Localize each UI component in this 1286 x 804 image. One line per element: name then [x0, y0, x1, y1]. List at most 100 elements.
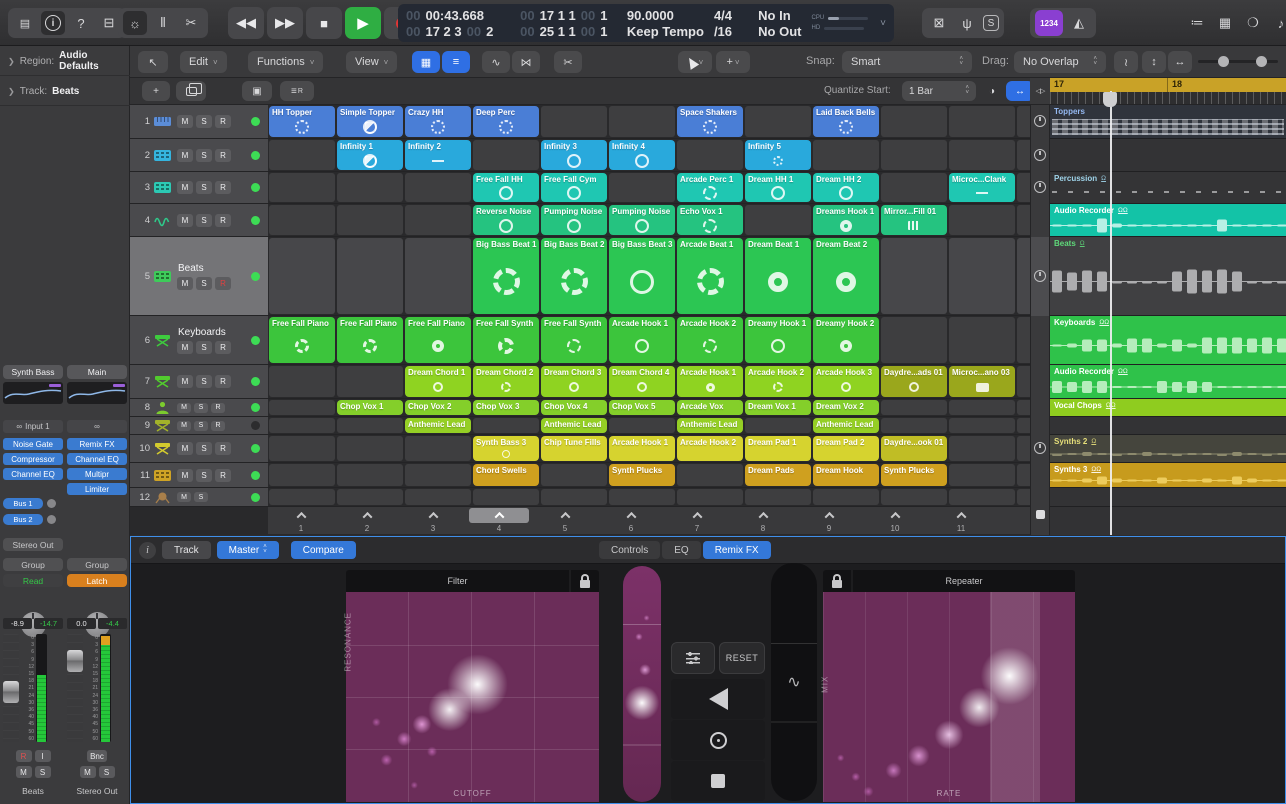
automation-mode-button[interactable]: Latch — [67, 574, 127, 587]
record-enable-button[interactable]: R — [215, 214, 231, 227]
mute-button[interactable]: M — [177, 492, 191, 502]
record-enable-button[interactable]: R — [211, 403, 225, 413]
empty-cell[interactable] — [269, 173, 335, 202]
mute-button[interactable]: M — [177, 375, 193, 388]
loop-cell[interactable]: Synth Plucks — [881, 464, 947, 486]
add-scene-button[interactable]: + — [142, 81, 170, 101]
loop-cell[interactable]: Dream Hook — [813, 464, 879, 486]
solo-button[interactable]: S — [196, 375, 212, 388]
empty-cell[interactable] — [949, 464, 1015, 486]
drag-select[interactable]: No Overlap˄˅ — [1014, 51, 1106, 73]
mute-button[interactable]: M — [177, 442, 193, 455]
loop-cell[interactable]: Chop Vox 4 — [541, 400, 607, 415]
arrange-lane[interactable]: Toppers — [1050, 105, 1286, 139]
input-setting[interactable]: ∞ — [67, 420, 127, 433]
empty-cell[interactable] — [1017, 238, 1030, 314]
info-icon[interactable]: i — [139, 542, 156, 559]
empty-cell[interactable] — [949, 436, 1015, 461]
rewind-button[interactable]: ◀◀ — [228, 7, 264, 39]
secondary-tool-menu[interactable]: +˅ — [716, 51, 750, 73]
loop-cell[interactable]: Crazy HH — [405, 106, 471, 137]
empty-cell[interactable] — [269, 489, 335, 505]
filter-lock-button[interactable] — [569, 570, 599, 592]
grid-view-button[interactable]: ▦ — [412, 51, 440, 73]
arrange-lane[interactable] — [1050, 139, 1286, 172]
lcd-section[interactable]: 90.0000Keep Tempo — [627, 8, 704, 39]
record-enable-button[interactable]: R — [215, 375, 231, 388]
empty-cell[interactable] — [609, 489, 675, 505]
loop-cell[interactable]: Pumping Noise — [541, 205, 607, 235]
loop-cell[interactable]: Anthemic Lead — [677, 418, 743, 433]
empty-cell[interactable] — [405, 489, 471, 505]
loop-cell[interactable]: Free Fall Piano — [405, 317, 471, 363]
tab-controls[interactable]: Controls — [599, 541, 660, 559]
empty-cell[interactable] — [269, 366, 335, 397]
functions-menu[interactable]: Functions˅ — [248, 51, 323, 73]
track-header[interactable]: 8MSR — [130, 399, 268, 416]
empty-cell[interactable] — [881, 317, 947, 363]
solo-button[interactable]: S — [35, 766, 51, 778]
track-header[interactable]: 5BeatsMSR — [130, 237, 268, 315]
note-pads-icon[interactable]: ▦ — [1213, 11, 1237, 35]
empty-cell[interactable] — [677, 464, 743, 486]
loop-cell[interactable]: Microc...Clank — [949, 173, 1015, 202]
loop-cell[interactable]: Infinity 2 — [405, 140, 471, 170]
empty-cell[interactable] — [745, 106, 811, 137]
loop-cell[interactable]: Microc...ano 03 — [949, 366, 1015, 397]
back-arrow-button[interactable]: ↖ — [138, 51, 168, 73]
eq-thumbnail[interactable] — [3, 382, 63, 404]
empty-cell[interactable] — [881, 238, 947, 314]
plugin-slot[interactable]: Multipr — [67, 468, 127, 480]
loop-cell[interactable]: Dream Chord 3 — [541, 366, 607, 397]
mute-button[interactable]: M — [177, 469, 193, 482]
empty-cell[interactable] — [269, 418, 335, 433]
plugin-slot[interactable]: Noise Gate — [3, 438, 63, 450]
arrange-lane[interactable]: BeatsΩ — [1050, 237, 1286, 316]
record-enable-button[interactable]: R — [215, 341, 231, 354]
bounce-button[interactable]: Bnc — [87, 750, 107, 762]
empty-cell[interactable] — [269, 205, 335, 235]
loop-cell[interactable]: HH Topper — [269, 106, 335, 137]
loop-browser-icon[interactable]: ❍ — [1241, 11, 1265, 35]
count-in-button[interactable]: 1234 — [1035, 10, 1063, 36]
lcd-section[interactable]: 0000:43.6680017 2 3002 — [406, 8, 510, 39]
solo-button[interactable]: S — [196, 181, 212, 194]
loop-cell[interactable]: Free Fall Piano — [337, 317, 403, 363]
loop-cell[interactable]: Anthemic Lead — [405, 418, 471, 433]
loop-cell[interactable]: Reverse Noise — [473, 205, 539, 235]
loop-cell[interactable]: Chop Vox 5 — [609, 400, 675, 415]
empty-cell[interactable] — [949, 400, 1015, 415]
stop-all-cells-button[interactable] — [1036, 510, 1045, 519]
empty-cell[interactable] — [473, 489, 539, 505]
reverse-button[interactable] — [671, 679, 765, 719]
arrange-lane[interactable] — [1050, 417, 1286, 435]
loop-cell[interactable]: Infinity 1 — [337, 140, 403, 170]
loop-cell[interactable]: Dream Pads — [745, 464, 811, 486]
empty-cell[interactable] — [881, 140, 947, 170]
plugin-slot[interactable]: Compressor — [3, 453, 63, 465]
replace-icon[interactable]: ⊠ — [927, 11, 951, 35]
playhead[interactable] — [1110, 91, 1112, 535]
loop-cell[interactable]: Chop Vox 2 — [405, 400, 471, 415]
empty-cell[interactable] — [1017, 173, 1030, 202]
loop-cell[interactable]: Big Bass Beat 1 — [473, 238, 539, 314]
vertical-zoom-button[interactable]: ↕ — [1142, 51, 1166, 73]
group-slot[interactable]: Group — [3, 558, 63, 571]
loop-cell[interactable]: Dream Beat 2 — [813, 238, 879, 314]
loop-cell[interactable]: Dream Pad 2 — [813, 436, 879, 461]
loop-cell[interactable]: Anthemic Lead — [813, 418, 879, 433]
empty-cell[interactable] — [1017, 205, 1030, 235]
solo-button[interactable]: S — [196, 149, 212, 162]
track-header[interactable]: 7MSR — [130, 365, 268, 398]
repeater-lock-button[interactable] — [823, 570, 853, 592]
loop-cell[interactable]: Chip Tune Fills — [541, 436, 607, 461]
solo-button[interactable]: S — [196, 214, 212, 227]
repeater-xy-pad[interactable]: MIX RATE — [823, 592, 1075, 802]
input-setting[interactable]: ∞Input 1 — [3, 420, 63, 433]
track-header[interactable]: 3MSR — [130, 172, 268, 203]
metronome-icon[interactable]: ◭ — [1067, 11, 1091, 35]
scene-trigger[interactable]: 3 — [400, 507, 466, 534]
group-slot[interactable]: Group — [67, 558, 127, 571]
fader-handle[interactable] — [67, 650, 83, 672]
scene-trigger[interactable]: 10 — [862, 507, 928, 534]
